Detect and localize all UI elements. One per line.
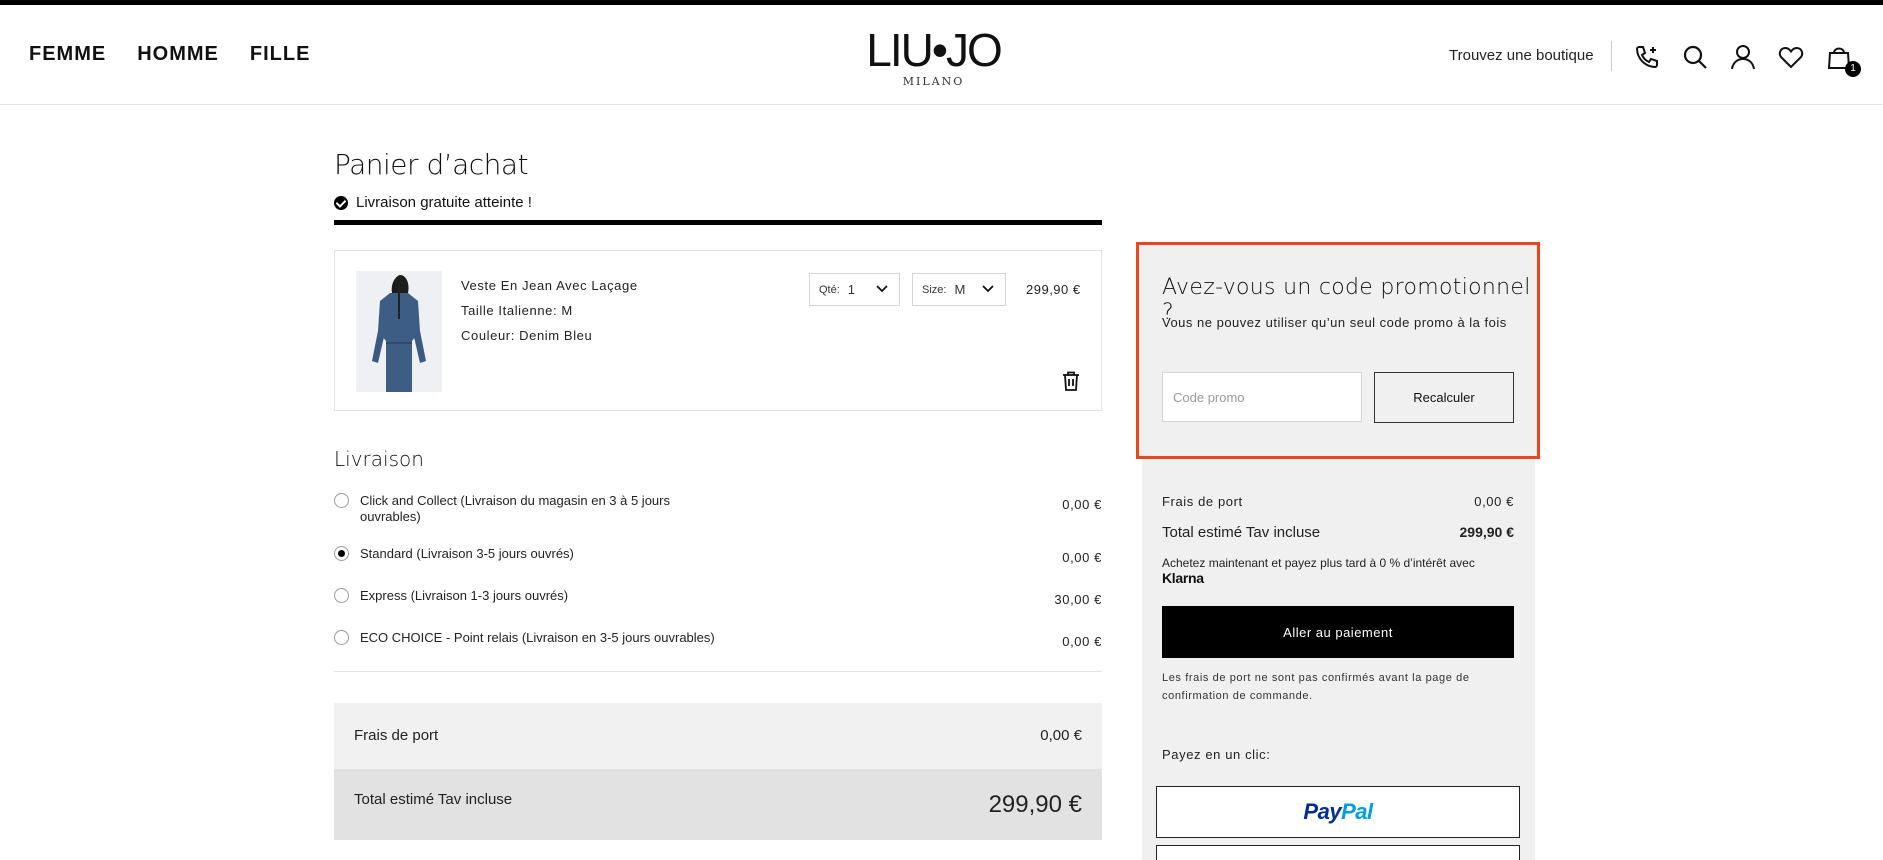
summary-shipping-label: Frais de port [354,727,439,744]
promo-code-input[interactable] [1162,372,1362,422]
express-pay-button[interactable] [1156,845,1520,860]
summary-total-label: Total estimé Tav incluse [354,791,513,808]
panel-total-value: 299,90 € [1459,524,1515,540]
site-header: FEMME HOMME FILLE LIU•JO MILANO Trouvez … [0,5,1883,105]
cart-count-badge: 1 [1845,61,1861,77]
quantity-value: 1 [847,282,856,297]
summary-total-value: 299,90 € [988,791,1082,818]
header-divider [1611,41,1612,71]
trash-icon[interactable] [1062,371,1080,396]
nav-item-fille[interactable]: FILLE [250,43,311,66]
size-value: M [954,282,966,297]
free-shipping-notice: Livraison gratuite atteinte ! [334,194,532,211]
header-icons: 1 [1633,43,1861,77]
summary-shipping-value: 0,00 € [1040,727,1082,744]
klarna-text: Achetez maintenant et payez plus tard à … [1162,556,1475,570]
shipping-option[interactable]: ECO CHOICE - Point relais (Livraison en … [334,630,1102,650]
user-icon[interactable] [1729,43,1757,71]
summary-shipping-row: Frais de port 0,00 € [334,703,1102,769]
logo-subtitle: MILANO [902,75,965,88]
nav-item-femme[interactable]: FEMME [29,43,106,66]
heart-icon[interactable] [1777,43,1805,71]
shipping-option-price: 30,00 € [1054,592,1102,607]
phone-icon[interactable] [1633,43,1661,71]
shipping-option-price: 0,00 € [1062,497,1102,512]
checkout-button[interactable]: Aller au paiement [1162,606,1514,658]
radio-button-selected[interactable] [334,546,349,561]
klarna-logo: Klarna [1162,570,1204,586]
shipping-option-label: Standard (Livraison 3-5 jours ouvrés) [360,546,574,561]
quantity-label: Qté: [819,283,840,296]
chevron-down-icon [876,285,888,293]
radio-button[interactable] [334,588,349,603]
search-icon[interactable] [1681,43,1709,71]
cart-item: Veste En Jean Avec Laçage Taille Italien… [334,250,1102,411]
shipping-option-price: 0,00 € [1062,634,1102,649]
panel-shipping-row: Frais de port 0,00 € [1162,494,1514,509]
shipping-option-label: Click and Collect (Livraison du magasin … [360,493,670,524]
bag-icon[interactable]: 1 [1825,43,1861,77]
shipping-disclaimer: Les frais de port ne sont pas confirmés … [1162,672,1470,702]
shipping-option[interactable]: Standard (Livraison 3-5 jours ouvrés) 0,… [334,546,1102,566]
item-price: 299,90 € [1026,282,1081,297]
panel-total-row: Total estimé Tav incluse 299,90 € [1162,524,1514,541]
paypal-button[interactable]: PayPal [1156,786,1520,838]
quantity-select[interactable]: Qté: 1 [809,273,900,306]
shipping-option[interactable]: Click and Collect (Livraison du magasin … [334,493,1102,525]
chevron-down-icon [982,285,994,293]
summary-total-row: Total estimé Tav incluse 299,90 € [334,769,1102,840]
product-image[interactable] [356,271,442,392]
promo-code-section: Avez-vous un code promotionnel ? Vous ne… [1136,242,1540,459]
panel-shipping-value: 0,00 € [1474,494,1514,509]
shipping-section-title: Livraison [334,447,424,471]
logo-wordmark: LIU•JO [866,24,1002,76]
item-color-info: Couleur: Denim Bleu [461,328,593,343]
free-shipping-text: Livraison gratuite atteinte ! [356,194,532,211]
item-size-info: Taille Italienne: M [461,303,573,318]
paypal-logo-part2: Pal [1341,799,1373,824]
main-nav: FEMME HOMME FILLE [29,43,310,66]
shipping-option[interactable]: Express (Livraison 1-3 jours ouvrés) 30,… [334,588,1102,608]
section-divider [334,671,1102,672]
page-title: Panier d’achat [334,148,529,181]
shipping-option-price: 0,00 € [1062,550,1102,565]
paypal-logo: PayPal [1303,799,1373,825]
nav-item-homme[interactable]: HOMME [137,43,219,66]
recalculate-button[interactable]: Recalculer [1374,372,1514,423]
promo-note: Vous ne pouvez utiliser qu’un seul code … [1162,315,1507,330]
paypal-logo-part1: Pay [1303,799,1342,824]
size-select[interactable]: Size: M [912,273,1006,306]
one-click-label: Payez en un clic: [1162,747,1271,762]
panel-total-label: Total estimé Tav incluse [1162,524,1321,541]
radio-button[interactable] [334,493,349,508]
item-name[interactable]: Veste En Jean Avec Laçage [461,273,638,298]
shipping-option-label: Express (Livraison 1-3 jours ouvrés) [360,588,569,603]
check-circle-icon [334,195,348,210]
store-locator-link[interactable]: Trouvez une boutique [1449,47,1594,64]
panel-shipping-label: Frais de port [1162,494,1243,509]
size-label: Size: [922,283,947,296]
item-details: Veste En Jean Avec Laçage Taille Italien… [461,273,638,348]
brand-logo[interactable]: LIU•JO MILANO [866,24,1002,89]
shipping-option-label: ECO CHOICE - Point relais (Livraison en … [360,630,715,645]
free-shipping-progress [334,220,1102,225]
radio-button[interactable] [334,630,349,645]
klarna-message: Achetez maintenant et payez plus tard à … [1162,556,1514,586]
